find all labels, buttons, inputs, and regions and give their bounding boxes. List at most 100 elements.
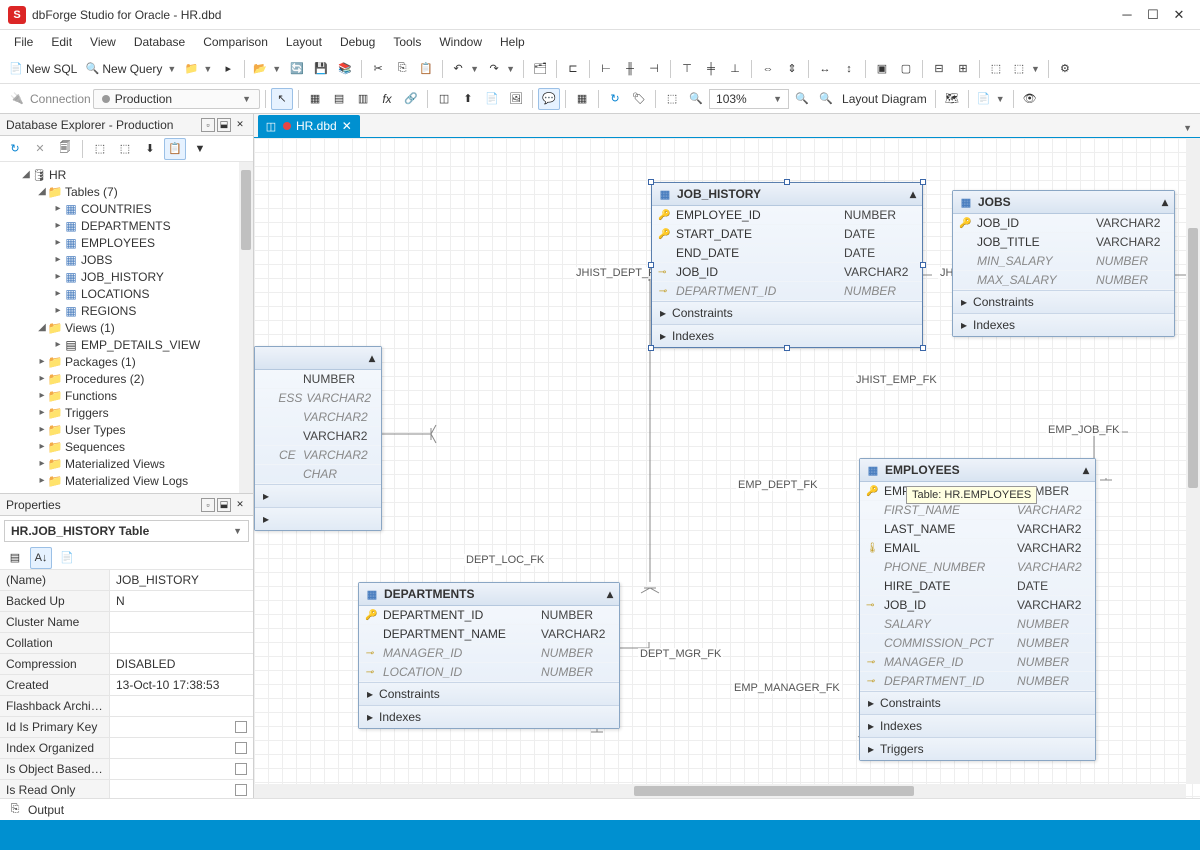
- exp-sort[interactable]: ⬇: [139, 138, 161, 160]
- collapse-icon[interactable]: ▴: [1083, 463, 1089, 477]
- entity-column[interactable]: HIRE_DATEDATE: [860, 577, 1095, 596]
- connection-dropdown[interactable]: Production ▼: [93, 89, 260, 109]
- align-r[interactable]: ⊣: [643, 58, 665, 80]
- panel-window-icon[interactable]: ▫: [201, 118, 215, 132]
- entity-column[interactable]: ESSVARCHAR2: [255, 389, 381, 408]
- exp-refresh[interactable]: ↻: [4, 138, 26, 160]
- overview-button[interactable]: 🗺: [941, 88, 963, 110]
- tab-overflow[interactable]: ▼: [1179, 119, 1196, 137]
- checkbox[interactable]: [235, 784, 247, 796]
- property-row[interactable]: Cluster Name: [0, 612, 253, 633]
- property-row[interactable]: (Name)JOB_HISTORY: [0, 570, 253, 591]
- entity-section[interactable]: ▸Constraints: [860, 691, 1095, 714]
- add-view-button[interactable]: ▤: [328, 88, 350, 110]
- menu-file[interactable]: File: [6, 32, 41, 52]
- size-h[interactable]: ↕: [838, 58, 860, 80]
- relation-label[interactable]: EMP_DEPT_FK: [736, 479, 819, 491]
- panel-pin-icon[interactable]: ⬓: [217, 118, 231, 132]
- bring-front[interactable]: ▣: [871, 58, 893, 80]
- checkbox[interactable]: [235, 721, 247, 733]
- panel-pin-icon[interactable]: ⬓: [217, 498, 231, 512]
- collapse-icon[interactable]: ▴: [1162, 195, 1168, 209]
- entity-column[interactable]: ⊸MANAGER_IDNUMBER: [359, 644, 619, 663]
- property-row[interactable]: Is Read Only: [0, 780, 253, 798]
- tree-tables-folder[interactable]: ◢📁Tables (7): [0, 183, 253, 200]
- tree-views-folder[interactable]: ◢📁Views (1): [0, 319, 253, 336]
- diagram-canvas[interactable]: JHIST_DEPT_FK JHIST_JOB_FK JHIST_EMP_FK …: [254, 138, 1200, 798]
- stamp-button[interactable]: ⬆: [457, 88, 479, 110]
- canvas-v-scrollbar[interactable]: [1186, 138, 1200, 784]
- menu-edit[interactable]: Edit: [43, 32, 80, 52]
- fx-button[interactable]: fx: [376, 88, 398, 110]
- entity-column[interactable]: ⊸DEPARTMENT_IDNUMBER: [860, 672, 1095, 691]
- save-all-button[interactable]: 📚: [334, 58, 356, 80]
- menu-layout[interactable]: Layout: [278, 32, 330, 52]
- collapse-all[interactable]: ⊟: [928, 58, 950, 80]
- prop-cat[interactable]: ▤: [4, 547, 26, 569]
- entity-column[interactable]: PHONE_NUMBERVARCHAR2: [860, 558, 1095, 577]
- close-button[interactable]: ✕: [1166, 2, 1192, 28]
- tab-close-button[interactable]: ✕: [342, 119, 352, 133]
- note-button[interactable]: 📄: [481, 88, 503, 110]
- exp-filter1[interactable]: ⬚: [89, 138, 111, 160]
- paste-button[interactable]: 📋: [415, 58, 437, 80]
- entity-column[interactable]: 🌡EMAILVARCHAR2: [860, 539, 1095, 558]
- menu-window[interactable]: Window: [431, 32, 490, 52]
- exp-view[interactable]: 📋: [164, 138, 186, 160]
- menu-database[interactable]: Database: [126, 32, 193, 52]
- entity-section[interactable]: ▸Constraints: [953, 290, 1174, 313]
- dist-h[interactable]: ⇔: [757, 58, 779, 80]
- relation-label[interactable]: DEPT_MGR_FK: [638, 648, 723, 660]
- tb-a[interactable]: 🗂: [529, 58, 551, 80]
- property-row[interactable]: CompressionDISABLED: [0, 654, 253, 675]
- add-table-button[interactable]: ▦: [304, 88, 326, 110]
- entity-section[interactable]: ▸Indexes: [860, 714, 1095, 737]
- new-query-button[interactable]: 🔍New Query▼: [82, 58, 179, 80]
- open-button[interactable]: 📂▼: [250, 58, 284, 80]
- entity-column[interactable]: NUMBER: [255, 370, 381, 389]
- tree-db[interactable]: ◢🛢HR: [0, 166, 253, 183]
- properties-grid[interactable]: (Name)JOB_HISTORYBacked UpNCluster NameC…: [0, 570, 253, 798]
- explorer-tree[interactable]: ◢🛢HR ◢📁Tables (7) ▸▦COUNTRIES ▸▦DEPARTME…: [0, 162, 253, 493]
- entity-column[interactable]: VARCHAR2: [255, 427, 381, 446]
- menu-help[interactable]: Help: [492, 32, 533, 52]
- entity-column[interactable]: CHAR: [255, 465, 381, 484]
- entity-column[interactable]: MIN_SALARYNUMBER: [953, 252, 1174, 271]
- link-button[interactable]: 🔗: [400, 88, 422, 110]
- entity-column[interactable]: ⊸MANAGER_IDNUMBER: [860, 653, 1095, 672]
- output-tab[interactable]: Output: [28, 803, 64, 817]
- save-button[interactable]: 💾: [310, 58, 332, 80]
- exp-filter[interactable]: ▼: [189, 138, 211, 160]
- entity-column[interactable]: ⊸LOCATION_IDNUMBER: [359, 663, 619, 682]
- tb-c[interactable]: ⬚▼: [1009, 58, 1043, 80]
- entity-column[interactable]: MAX_SALARYNUMBER: [953, 271, 1174, 290]
- property-row[interactable]: Index Organized: [0, 738, 253, 759]
- toolbar-btn-1[interactable]: 📁▼: [181, 58, 215, 80]
- maximize-button[interactable]: ☐: [1140, 2, 1166, 28]
- collapse-icon[interactable]: ▴: [910, 187, 916, 201]
- layout-diagram-button[interactable]: Layout Diagram: [839, 88, 930, 110]
- entity-column[interactable]: VARCHAR2: [255, 408, 381, 427]
- tree-folder[interactable]: ▸📁Packages (1): [0, 353, 253, 370]
- align-c[interactable]: ╫: [619, 58, 641, 80]
- align-m[interactable]: ╪: [700, 58, 722, 80]
- entity-section[interactable]: ▸Constraints: [359, 682, 619, 705]
- entity-column[interactable]: 🔑EMPLOYEE_IDNUMBER: [652, 206, 922, 225]
- collapse-icon[interactable]: ▴: [369, 351, 375, 365]
- property-row[interactable]: Is Object Based ...: [0, 759, 253, 780]
- tree-folder[interactable]: ▸📁Materialized Views: [0, 455, 253, 472]
- tab-hr-dbd[interactable]: ◫ HR.dbd ✕: [258, 115, 360, 137]
- tree-view-item[interactable]: ▸▤EMP_DETAILS_VIEW: [0, 336, 253, 353]
- property-row[interactable]: Id Is Primary Key: [0, 717, 253, 738]
- align-t[interactable]: ⊤: [676, 58, 698, 80]
- fit-button[interactable]: ⬚: [661, 88, 683, 110]
- refresh-diagram[interactable]: ↻: [604, 88, 626, 110]
- expand-all[interactable]: ⊞: [952, 58, 974, 80]
- tree-folder[interactable]: ▸📁Materialized View Logs: [0, 472, 253, 489]
- zoom-out-button[interactable]: 🔍: [815, 88, 837, 110]
- entity-column[interactable]: 🔑JOB_IDVARCHAR2: [953, 214, 1174, 233]
- relation-label[interactable]: EMP_JOB_FK: [1046, 424, 1122, 436]
- tree-table-item[interactable]: ▸▦DEPARTMENTS: [0, 217, 253, 234]
- toolbar-btn-2[interactable]: ▸: [217, 58, 239, 80]
- panel-window-icon[interactable]: ▫: [201, 498, 215, 512]
